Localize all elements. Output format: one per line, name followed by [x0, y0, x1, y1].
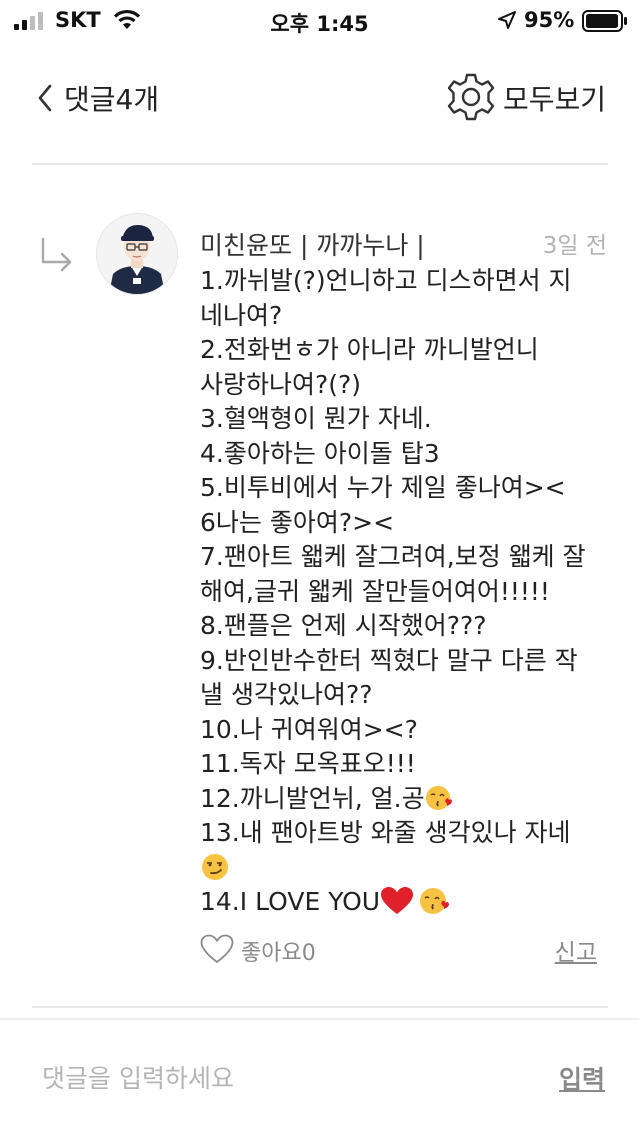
header: 댓글4개 모두보기 [0, 60, 639, 140]
comment-line: 네나여? [200, 300, 283, 330]
comment-line-with-emoji: 12.까니발언뉘, 얼.공 [200, 782, 610, 817]
comment-line: 13.내 팬아트방 와줄 생각있나 자네 [200, 818, 571, 847]
comment-line-emoji-only [200, 851, 610, 886]
comment-line: 4.좋아하는 아이돌 탑3 [200, 438, 440, 468]
comment-line: 해여,글귀 왧케 잘만들어여어!!!!! [200, 576, 550, 606]
comment-line: 8.팬플은 언제 시작했어??? [200, 611, 487, 640]
like-count-button[interactable]: 좋아요0 [241, 935, 316, 967]
comment-line: 낼 생각있나여?? [200, 680, 373, 709]
battery-percentage: 95% [524, 8, 575, 32]
comment-line: 7.팬아트 왧케 잘그려여,보정 왧케 잘 [200, 542, 586, 571]
comment-line: 사랑하나여?(?) [200, 369, 362, 399]
divider [32, 163, 608, 165]
comment-line: 10.나 귀여워여><? [200, 714, 418, 744]
page-title: 댓글4개 [64, 83, 160, 116]
comment-text: 1.까뉘발(?)언니하고 디스하면서 지 네나여? 2.전화번ㅎ가 아니라 까니… [200, 264, 610, 920]
battery-icon [582, 10, 627, 32]
comment-line-text: 12.까니발언뉘, 얼.공 [200, 783, 425, 813]
comments-screen: SKT 오후 1:45 95% 댓글4개 모두보기 미친윤또 | 까까누나 | … [0, 0, 639, 1136]
comment-line: 6나는 좋아여?>< [200, 507, 395, 537]
kissing-face-emoji-icon [420, 888, 450, 914]
report-link[interactable]: 신고 [555, 933, 597, 967]
smirking-face-emoji-icon [202, 853, 228, 880]
status-bar: SKT 오후 1:45 95% [0, 0, 639, 40]
gear-icon[interactable] [446, 72, 496, 122]
comment-line: 9.반인반수한터 찍혔다 말구 다른 작 [200, 645, 578, 675]
heart-outline-icon[interactable] [200, 934, 234, 964]
back-chevron-icon[interactable] [37, 84, 53, 112]
comment-line-with-emoji: 14.I LOVE YOU [200, 885, 610, 920]
view-all-button[interactable]: 모두보기 [503, 78, 606, 118]
comment-line: 3.혈액형이 뭔가 자네. [200, 404, 432, 433]
location-arrow-icon [498, 11, 516, 29]
comment-line-text: 14.I LOVE YOU [200, 887, 381, 916]
comment-line: 11.독자 모옥표오!!! [200, 749, 416, 778]
reply-arrow-icon [41, 238, 72, 272]
submit-button[interactable]: 입력 [559, 1060, 605, 1096]
red-heart-emoji-icon [381, 887, 414, 914]
comment-line: 1.까뉘발(?)언니하고 디스하면서 지 [200, 266, 572, 295]
comment-input-bar: 입력 [0, 1018, 639, 1136]
avatar-illustration [97, 214, 177, 294]
divider [32, 1006, 608, 1008]
comment-input[interactable] [42, 1058, 512, 1098]
comment-line: 2.전화번ㅎ가 아니라 까니발언니 [200, 335, 539, 364]
kissing-face-emoji-icon [425, 785, 452, 810]
comment-author[interactable]: 미친윤또 | 까까누나 | [200, 226, 425, 262]
comment-time: 3일 전 [542, 233, 607, 259]
comment-line: 5.비투비에서 누가 제일 좋나여>< [200, 473, 566, 502]
avatar[interactable] [96, 213, 178, 295]
